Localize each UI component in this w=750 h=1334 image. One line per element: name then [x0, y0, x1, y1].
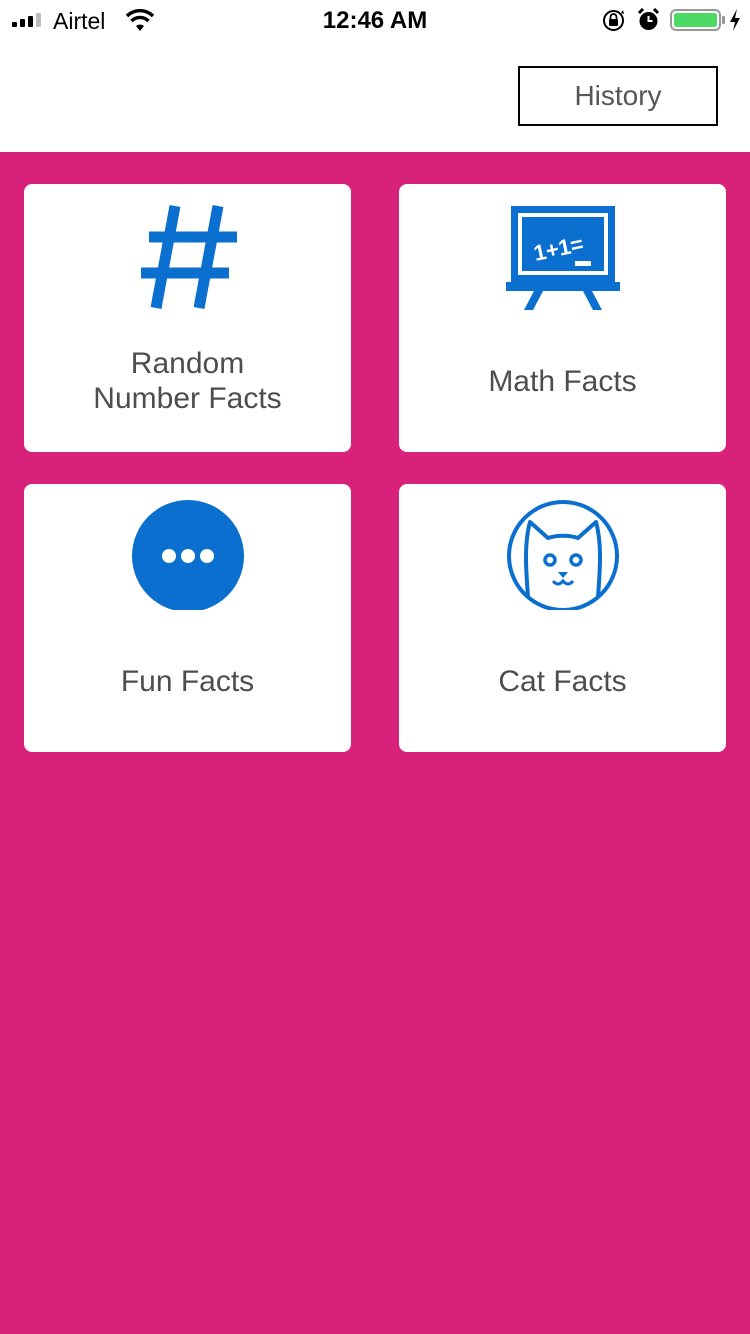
- battery-icon: [670, 9, 725, 31]
- facts-grid: Random Number Facts 1+1= Math Facts Fun …: [0, 152, 750, 1334]
- card-label-line1: Random: [130, 347, 245, 380]
- math-facts-card[interactable]: 1+1= Math Facts: [399, 184, 726, 452]
- more-dots-icon: [131, 500, 244, 610]
- card-label: Math Facts: [488, 365, 637, 398]
- cat-icon: [506, 500, 619, 610]
- card-label: Random Number Facts: [24, 346, 351, 416]
- charging-icon: [730, 9, 740, 31]
- random-number-facts-card[interactable]: Random Number Facts: [24, 184, 351, 452]
- card-label-line2: Number Facts: [93, 382, 282, 415]
- hashtag-icon: [140, 204, 237, 310]
- rotation-lock-icon: [603, 10, 624, 31]
- cat-facts-card[interactable]: Cat Facts: [399, 484, 726, 752]
- card-label: Cat Facts: [498, 665, 627, 698]
- app-header: History: [0, 40, 750, 152]
- alarm-icon: [637, 8, 660, 30]
- chalkboard-icon: 1+1=: [505, 206, 620, 310]
- status-bar: Airtel 12:46 AM: [0, 0, 750, 40]
- card-label: Fun Facts: [120, 665, 255, 698]
- history-button[interactable]: History: [518, 66, 718, 126]
- fun-facts-card[interactable]: Fun Facts: [24, 484, 351, 752]
